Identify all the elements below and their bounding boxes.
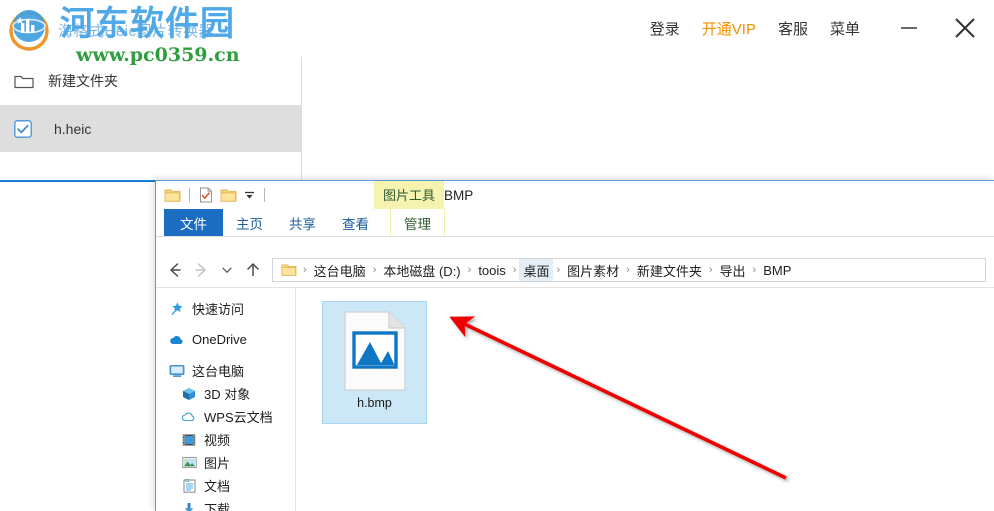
arrow-right-icon[interactable] [188,257,214,283]
folder-icon [14,73,40,89]
file-item-label: h.bmp [357,396,392,410]
minimize-icon[interactable] [894,13,924,43]
breadcrumb-separator-3[interactable]: › [510,264,520,276]
sidebar-item-quick-access[interactable]: 快速访问 [156,297,295,320]
checkbox-checked-icon[interactable] [14,119,40,138]
nav-item-vip[interactable]: 开通VIP [702,18,756,39]
pin-star-icon [168,301,186,317]
breadcrumb-separator-1[interactable]: › [370,264,380,276]
customize-dropdown-icon[interactable] [243,189,256,201]
arrow-left-icon[interactable] [162,257,188,283]
breadcrumb-separator-2[interactable]: › [465,264,475,276]
list-item-file-label: h.heic [54,120,92,137]
onedrive-cloud-icon [168,332,186,348]
sidebar-item-wps-cloud[interactable]: WPS云文档 [156,405,295,428]
breadcrumb-item-2[interactable]: toois [474,261,509,280]
sidebar-item-downloads[interactable]: 下载 [156,497,295,511]
tab-file[interactable]: 文件 [164,209,223,236]
app-preview-pane [303,57,994,180]
downloads-icon [180,501,198,511]
breadcrumb-separator-6[interactable]: › [706,264,716,276]
explorer-titlebar: 图片工具 BMP [156,181,994,209]
file-item-h-bmp[interactable]: h.bmp [322,301,427,424]
explorer-ribbon-tabs: 文件 主页 共享 查看 管理 [156,209,994,237]
tab-view[interactable]: 查看 [329,209,382,236]
explorer-window-title: BMP [444,187,474,203]
arrow-up-icon[interactable] [240,257,266,283]
breadcrumb-separator-0[interactable]: › [300,264,310,276]
sidebar-item-onedrive[interactable]: OneDrive [156,328,295,351]
breadcrumb-item-7[interactable]: BMP [759,261,795,280]
breadcrumb-root-folder-icon[interactable] [278,263,300,277]
documents-icon [180,478,198,494]
3d-objects-icon [180,386,198,402]
sidebar-item-pictures[interactable]: 图片 [156,451,295,474]
nav-item-support[interactable]: 客服 [778,18,808,39]
sidebar-item-label: WPS云文档 [204,410,273,425]
sidebar-item-this-pc[interactable]: 这台电脑 [156,359,295,382]
explorer-navigation-pane: 快速访问 OneDrive 这台电脑 3D 对象 WPS云文档 视频 图片 文档… [156,288,296,511]
breadcrumb-separator-5[interactable]: › [623,264,633,276]
close-icon[interactable] [950,13,980,43]
tab-share[interactable]: 共享 [276,209,329,236]
sidebar-item-label: 视频 [204,433,231,448]
this-pc-monitor-icon [168,363,186,379]
explorer-file-list: h.bmp [296,288,994,511]
chevron-down-icon[interactable] [214,257,240,283]
app-nav: 登录 开通VIP 客服 菜单 [650,0,980,56]
explorer-main: 快速访问 OneDrive 这台电脑 3D 对象 WPS云文档 视频 图片 文档… [156,287,994,511]
new-folder-icon[interactable] [220,188,237,203]
breadcrumb-item-4[interactable]: 图片素材 [563,259,623,281]
app-logo-globe-icon [6,6,52,52]
toolbar-separator [189,188,190,202]
file-explorer-window: 图片工具 BMP 文件 主页 共享 查看 管理 › 这台电脑 › 本地磁盘 (D… [155,180,994,511]
nav-item-menu[interactable]: 菜单 [830,18,860,39]
sidebar-item-documents[interactable]: 文档 [156,474,295,497]
explorer-ribbon-area [156,237,994,253]
sidebar-item-label: OneDrive [192,332,247,347]
tab-manage[interactable]: 管理 [390,209,445,236]
contextual-tab-group-label[interactable]: 图片工具 [374,181,445,209]
conversion-file-list: 新建文件夹 h.heic [0,57,302,181]
breadcrumb[interactable]: › 这台电脑 › 本地磁盘 (D:) › toois › 桌面 › 图片素材 ›… [272,258,986,282]
sidebar-item-label: 这台电脑 [192,364,245,379]
list-item-folder-label: 新建文件夹 [48,73,118,89]
explorer-address-bar: › 这台电脑 › 本地磁盘 (D:) › toois › 桌面 › 图片素材 ›… [156,253,994,287]
nav-item-login[interactable]: 登录 [650,18,680,39]
quick-access-toolbar [156,187,267,203]
app-titlebar: 海格式Heic图片转换器 登录 开通VIP 客服 菜单 [0,0,994,56]
sidebar-item-videos[interactable]: 视频 [156,428,295,451]
sidebar-item-3d-objects[interactable]: 3D 对象 [156,382,295,405]
breadcrumb-separator-7[interactable]: › [750,264,760,276]
contextual-tab-group: 图片工具 [374,181,445,209]
videos-icon [180,432,198,448]
sidebar-item-label: 快速访问 [192,302,245,317]
sidebar-item-label: 下载 [204,502,231,511]
bmp-image-file-icon [342,311,408,391]
sidebar-item-label: 文档 [204,479,231,494]
folder-icon[interactable] [164,188,181,203]
app-title: 海格式Heic图片转换器 [58,23,215,40]
breadcrumb-item-3[interactable]: 桌面 [519,259,554,281]
screen-root: 海格式Heic图片转换器 登录 开通VIP 客服 菜单 新建文件夹 h.heic… [0,0,994,511]
properties-icon[interactable] [198,187,214,203]
breadcrumb-item-1[interactable]: 本地磁盘 (D:) [379,259,464,281]
wps-cloud-icon [180,409,198,425]
list-item-file[interactable]: h.heic [0,105,301,152]
tab-home[interactable]: 主页 [223,209,276,236]
toolbar-separator-2 [264,188,265,202]
breadcrumb-item-6[interactable]: 导出 [716,259,750,281]
breadcrumb-item-5[interactable]: 新建文件夹 [633,259,706,281]
breadcrumb-item-0[interactable]: 这台电脑 [310,259,370,281]
sidebar-item-label: 图片 [204,456,231,471]
pictures-icon [180,455,198,471]
sidebar-item-label: 3D 对象 [204,387,251,402]
breadcrumb-separator-4[interactable]: › [553,264,563,276]
list-item-folder[interactable]: 新建文件夹 [0,57,301,105]
